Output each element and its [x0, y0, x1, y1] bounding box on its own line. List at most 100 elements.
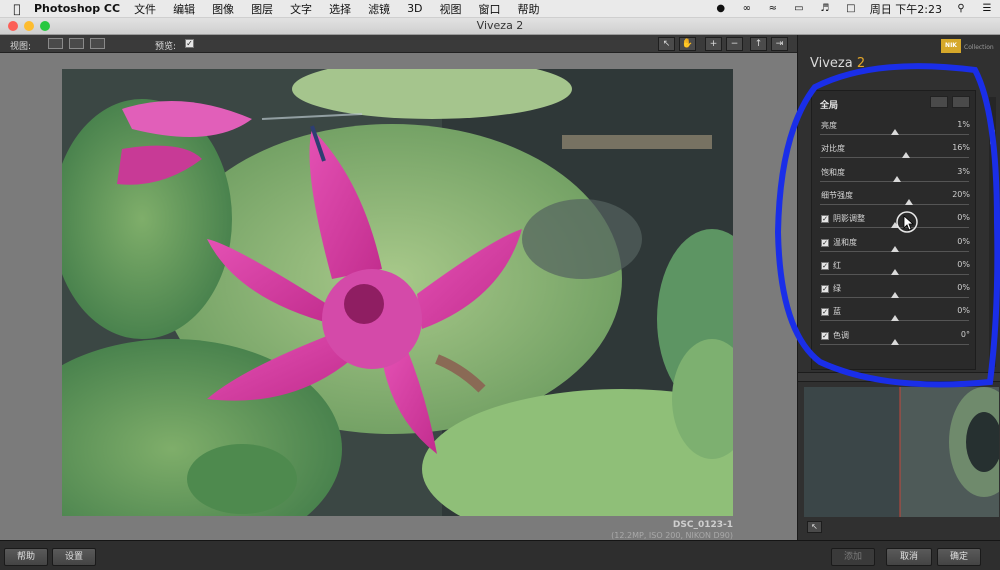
menu-list-icon[interactable]: ☰: [980, 3, 994, 15]
view-toolbar: 视图: 预览: ✓ ↖ ✋ + − ↑ ⇥: [0, 35, 797, 53]
airplay-icon[interactable]: ▭: [792, 3, 806, 15]
zoom-in-icon[interactable]: +: [705, 37, 722, 51]
adjustment-enable-checkbox[interactable]: ✓: [821, 261, 829, 270]
clock[interactable]: 周日 下午2:23: [870, 1, 942, 17]
adjustment-value: 20%: [952, 189, 970, 199]
volume-icon[interactable]: ♬: [818, 3, 832, 15]
status-area: ● ∞ ≈ ▭ ♬ □ 周日 下午2:23 ⚲ ☰: [714, 0, 994, 18]
panel-scrollbar[interactable]: [989, 97, 996, 367]
section-reset-icon[interactable]: [952, 96, 970, 108]
apple-icon[interactable]: : [0, 2, 34, 16]
file-metadata: (12.2MP, ISO 200, NIKON D90): [611, 531, 733, 540]
record-icon[interactable]: ●: [714, 3, 728, 15]
adjustment-value: 1%: [957, 120, 970, 129]
adjustment-value: 16%: [952, 143, 970, 153]
adjustment-row: ✓ 红 0%: [812, 258, 977, 281]
lotus-photo: [62, 69, 733, 516]
adjustment-value: 0%: [957, 283, 970, 293]
adjustment-label: 绿: [833, 284, 841, 294]
add-button[interactable]: 添加: [831, 548, 875, 566]
zoom-out-icon[interactable]: −: [726, 37, 743, 51]
nik-logo-icon: NIK: [941, 39, 961, 53]
menu-layer[interactable]: 图层: [251, 1, 273, 17]
adjustment-value: 0°: [960, 329, 970, 339]
adjustment-enable-checkbox[interactable]: ✓: [821, 215, 829, 224]
adjustment-slider-thumb[interactable]: [890, 292, 899, 299]
hand-tool-icon[interactable]: ✋: [679, 37, 696, 51]
side-by-side-view-button[interactable]: [90, 38, 105, 49]
wifi-icon[interactable]: ≈: [766, 3, 780, 15]
selection-tool-icon[interactable]: ↖: [658, 37, 675, 51]
menu-file[interactable]: 文件: [134, 1, 156, 17]
adjustment-slider-thumb[interactable]: [890, 315, 899, 322]
preview-checkbox[interactable]: ✓: [185, 39, 194, 48]
adjustment-row: ✓ 温和度 0%: [812, 235, 977, 258]
adjustment-slider-thumb[interactable]: [890, 268, 899, 275]
section-toggle-icon[interactable]: [930, 96, 948, 108]
cancel-button[interactable]: 取消: [886, 548, 932, 566]
input-method-icon[interactable]: □: [844, 3, 858, 15]
collection-logo-text: Collection: [964, 44, 994, 51]
adjustment-enable-checkbox[interactable]: ✓: [821, 308, 829, 317]
single-view-button[interactable]: [48, 38, 63, 49]
adjustment-row: ✓ 色调 0°: [812, 328, 977, 351]
panel-title: Viveza 2: [810, 56, 865, 71]
ok-button[interactable]: 确定: [937, 548, 981, 566]
adjustment-label: 色调: [833, 330, 849, 340]
adjustment-row: ✓ 绿 0%: [812, 281, 977, 304]
adjustment-row: 细节强度 20%: [812, 188, 977, 211]
settings-button[interactable]: 设置: [52, 548, 96, 566]
adjustment-slider-thumb[interactable]: [891, 129, 900, 135]
adjustment-enable-checkbox[interactable]: ✓: [821, 238, 829, 247]
adjustment-slider-thumb[interactable]: [905, 198, 914, 205]
adjustment-slider-track[interactable]: [820, 203, 969, 205]
menu-bar:  Photoshop CC 文件 编辑 图像 图层 文字 选择 滤镜 3D 视…: [0, 0, 1000, 18]
adjustment-slider-thumb[interactable]: [902, 152, 911, 159]
preview-label: 预览:: [155, 42, 177, 52]
split-view-button[interactable]: [69, 38, 84, 49]
adjustment-row: 对比度 16%: [812, 141, 977, 164]
adjustment-label: 阴影调整: [833, 214, 865, 224]
app-window:  Photoshop CC 文件 编辑 图像 图层 文字 选择 滤镜 3D 视…: [0, 0, 1000, 570]
menu-help[interactable]: 帮助: [518, 1, 540, 17]
fit-screen-icon[interactable]: ⇥: [771, 37, 788, 51]
adjustment-label: 细节强度: [821, 190, 853, 200]
panel-title-version: 2: [852, 56, 866, 71]
adjustment-slider-thumb[interactable]: [892, 175, 901, 182]
view-label: 视图:: [10, 42, 32, 52]
adjustment-label: 对比度: [821, 144, 845, 154]
adjustment-slider-thumb[interactable]: [890, 338, 899, 345]
adjustment-value: 0%: [957, 259, 970, 269]
menu-select[interactable]: 选择: [329, 1, 351, 17]
creative-cloud-icon[interactable]: ∞: [740, 3, 754, 15]
menu-filter[interactable]: 滤镜: [368, 1, 390, 17]
help-button[interactable]: 帮助: [4, 548, 48, 566]
loupe-image: [804, 387, 999, 517]
adjustment-enable-checkbox[interactable]: ✓: [821, 285, 829, 294]
menu-image[interactable]: 图像: [212, 1, 234, 17]
viveza-panel: NIK Collection Viveza 2 全局 亮度 1% 对比度 16% 饱和度…: [797, 35, 1000, 540]
menu-type[interactable]: 文字: [290, 1, 312, 17]
app-name-menu[interactable]: Photoshop CC: [34, 2, 120, 15]
adjustment-value: 0%: [957, 306, 970, 316]
adjustment-label: 蓝: [833, 307, 841, 317]
menu-window[interactable]: 窗口: [479, 1, 501, 17]
adjustment-row: 饱和度 3%: [812, 165, 977, 188]
search-icon[interactable]: ⚲: [954, 3, 968, 15]
image-canvas[interactable]: DSC_0123-1 (12.2MP, ISO 200, NIKON D90): [0, 53, 797, 540]
scroll-thumb[interactable]: [990, 129, 995, 145]
adjustment-slider-track[interactable]: [820, 157, 969, 159]
adjustment-slider-thumb[interactable]: [890, 245, 899, 252]
panel-divider[interactable]: [798, 372, 1000, 382]
section-global-label: 全局: [820, 101, 839, 111]
adjustment-enable-checkbox[interactable]: ✓: [821, 331, 829, 340]
window-title-bar: Viveza 2: [0, 18, 1000, 35]
adjustment-value: 0%: [957, 213, 970, 223]
adjustment-label: 红: [833, 260, 841, 270]
loupe-tool-icon[interactable]: ↖: [807, 521, 822, 533]
background-color-icon[interactable]: ↑: [750, 37, 767, 51]
menu-3d[interactable]: 3D: [407, 2, 422, 15]
photo-preview[interactable]: [62, 69, 733, 516]
menu-edit[interactable]: 编辑: [173, 1, 195, 17]
menu-view[interactable]: 视图: [440, 1, 462, 17]
